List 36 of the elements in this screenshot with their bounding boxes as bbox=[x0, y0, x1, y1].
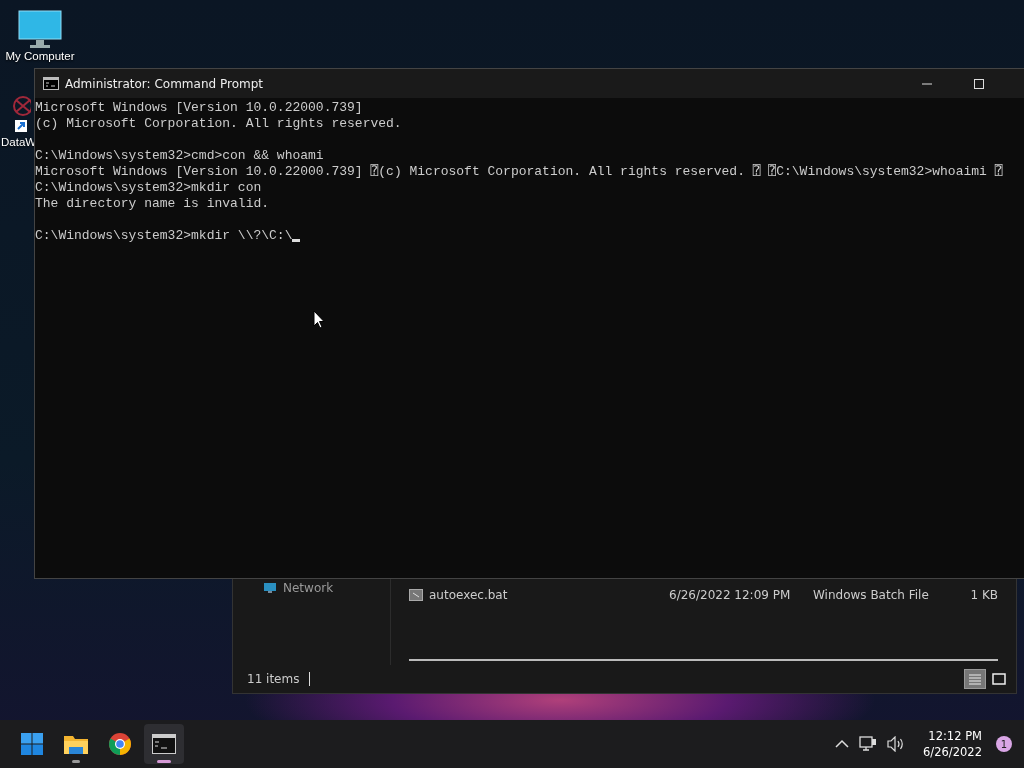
scrollbar[interactable] bbox=[409, 659, 998, 661]
monitor-icon[interactable] bbox=[18, 10, 62, 50]
console-line: (c) Microsoft Corporation. All rights reserved. bbox=[35, 116, 402, 132]
terminal-icon bbox=[152, 734, 176, 754]
browser-icon bbox=[108, 732, 132, 756]
window-title: Administrator: Command Prompt bbox=[65, 76, 263, 91]
notification-badge[interactable]: 1 bbox=[996, 736, 1012, 752]
console-line: C:\Windows\system32>cmd>con && whoami bbox=[35, 148, 324, 164]
text-cursor bbox=[292, 239, 301, 242]
square-icon bbox=[992, 673, 1006, 685]
console-line: C:\Windows\system32>mkdir \\?\C:\ bbox=[35, 228, 293, 244]
clock-date[interactable]: 6/26/2022 bbox=[923, 744, 982, 760]
console-icon bbox=[43, 77, 59, 90]
maximize-icon bbox=[973, 77, 985, 90]
list-icon bbox=[968, 673, 982, 685]
clock-time[interactable]: 12:12 PM bbox=[928, 728, 982, 744]
chevron-up-icon[interactable] bbox=[835, 739, 850, 749]
network-icon bbox=[263, 582, 277, 594]
file-name[interactable]: autoexec.bat bbox=[409, 588, 669, 602]
console-line: C:\Windows\system32>mkdir con bbox=[35, 180, 262, 196]
console-line: Microsoft Windows [Version 10.0.22000.739] ⍰(c) Microsoft Corporation. All rights reserved. ⍰ ⍰C:\Windows\system32>whoaimi ⍰ bbox=[35, 164, 1003, 180]
console-line: The directory name is invalid. bbox=[35, 196, 270, 212]
pointer-icon bbox=[313, 310, 325, 329]
file-type: Windows Batch File bbox=[813, 588, 930, 602]
file-size: 1 KB bbox=[969, 588, 998, 602]
file-icon bbox=[409, 589, 423, 601]
folder-icon bbox=[63, 733, 89, 755]
windows-logo-icon bbox=[20, 732, 44, 756]
file-date: 6/26/2022 12:09 PM bbox=[669, 588, 792, 602]
terminal-taskbar-button[interactable] bbox=[144, 724, 184, 764]
console-line: Microsoft Windows [Version 10.0.22000.739] bbox=[35, 100, 363, 116]
nav-item[interactable]: Network bbox=[263, 581, 334, 595]
volume-icon[interactable] bbox=[887, 736, 906, 752]
network-icon[interactable] bbox=[859, 736, 878, 752]
item-count: 11 items bbox=[247, 672, 311, 686]
desktop-icon-label[interactable]: My Computer bbox=[5, 50, 75, 62]
